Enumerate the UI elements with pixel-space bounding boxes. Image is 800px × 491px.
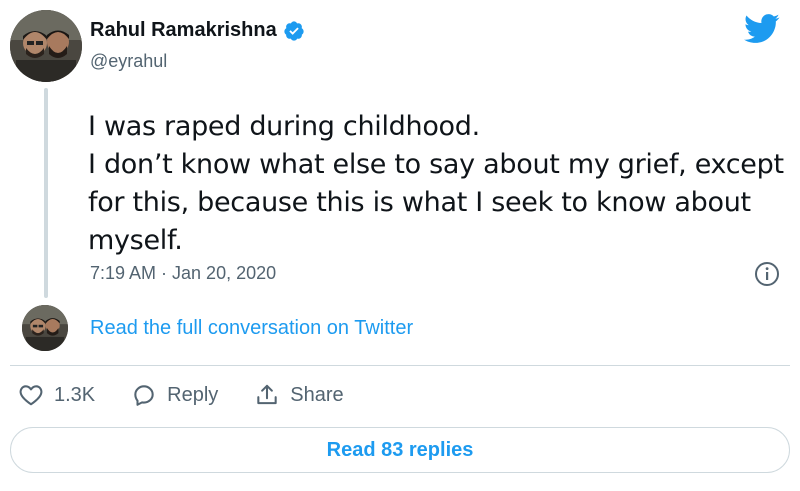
author-avatar[interactable] <box>10 10 82 82</box>
share-upload-icon <box>257 384 277 405</box>
twitter-bird-icon[interactable] <box>744 14 780 44</box>
action-bar: 1.3K Reply Share <box>18 382 380 408</box>
speech-bubble-icon <box>134 385 154 406</box>
read-replies-button[interactable]: Read 83 replies <box>10 427 790 473</box>
thread-connector-line <box>44 88 48 298</box>
reply-label: Reply <box>167 383 219 406</box>
reply-button[interactable]: Reply <box>131 382 218 408</box>
share-label: Share <box>290 383 344 406</box>
conversation-avatar[interactable] <box>22 305 68 351</box>
avatar-photo <box>10 10 82 82</box>
tweet-line: I don’t know what else to say about my g… <box>88 149 784 256</box>
info-icon[interactable] <box>754 261 780 287</box>
share-button[interactable]: Share <box>254 382 344 408</box>
divider <box>10 365 790 366</box>
author-display-name[interactable]: Rahul Ramakrishna <box>90 19 277 42</box>
like-count: 1.3K <box>54 383 96 406</box>
avatar-photo <box>22 305 68 351</box>
tweet-timestamp[interactable]: 7:19 AM · Jan 20, 2020 <box>90 263 276 284</box>
tweet-body: I was raped during childhood. I don’t kn… <box>88 108 788 260</box>
read-full-conversation-link[interactable]: Read the full conversation on Twitter <box>90 317 413 340</box>
like-button[interactable]: 1.3K <box>18 382 95 408</box>
verified-badge-icon <box>283 20 305 42</box>
author-handle[interactable]: @eyrahul <box>90 51 167 72</box>
embedded-tweet-card: Rahul Ramakrishna @eyrahul I was raped d… <box>0 0 800 491</box>
author-name-row[interactable]: Rahul Ramakrishna <box>90 19 305 42</box>
heart-icon <box>19 385 43 406</box>
tweet-line: I was raped during childhood. <box>88 111 480 142</box>
